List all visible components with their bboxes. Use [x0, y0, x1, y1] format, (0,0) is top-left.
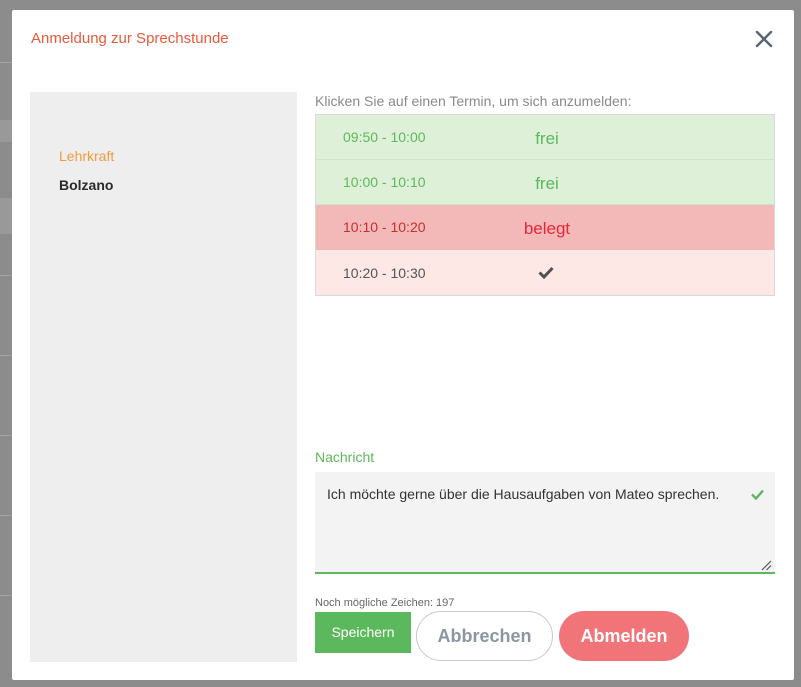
- slot-status: belegt: [523, 219, 571, 238]
- message-textarea[interactable]: Ich möchte gerne über die Hausaufgaben v…: [315, 472, 775, 574]
- teacher-panel: Lehrkraft Bolzano: [30, 92, 297, 662]
- dialog-header: Anmeldung zur Sprechstunde: [12, 10, 794, 68]
- checkmark-icon: [751, 487, 764, 501]
- signoff-button[interactable]: Abmelden: [559, 611, 689, 661]
- backdrop-line: [0, 120, 12, 142]
- message-label: Nachricht: [315, 449, 375, 465]
- slot-status: frei: [535, 174, 559, 193]
- backdrop-line: [0, 435, 12, 436]
- message-text: Ich möchte gerne über die Hausaufgaben v…: [327, 486, 720, 502]
- appointment-slot-selected[interactable]: 10:20 - 10:30: [316, 250, 774, 295]
- slot-time: 10:00 - 10:10: [343, 174, 426, 190]
- slot-time: 10:10 - 10:20: [343, 219, 426, 235]
- appointment-list: 09:50 - 10:00 frei 10:00 - 10:10 frei 10…: [315, 114, 775, 296]
- backdrop-line: [0, 355, 12, 356]
- appointment-slot[interactable]: 10:00 - 10:10 frei: [316, 160, 774, 205]
- backdrop-line: [0, 595, 12, 596]
- backdrop-line: [0, 62, 12, 63]
- backdrop-line: [0, 198, 12, 234]
- backdrop-line: [0, 275, 12, 276]
- resize-handle-icon[interactable]: [761, 558, 772, 571]
- teacher-name: Bolzano: [59, 177, 114, 193]
- slot-time: 10:20 - 10:30: [343, 265, 426, 281]
- remaining-characters: Noch mögliche Zeichen: 197: [315, 597, 455, 609]
- cancel-button[interactable]: Abbrechen: [416, 611, 553, 661]
- backdrop-line: [0, 515, 12, 516]
- save-button[interactable]: Speichern: [315, 612, 411, 653]
- teacher-label: Lehrkraft: [59, 148, 115, 164]
- slot-time: 09:50 - 10:00: [343, 129, 426, 145]
- slot-status: frei: [535, 129, 559, 148]
- appointment-dialog: Anmeldung zur Sprechstunde Lehrkraft Bol…: [12, 10, 794, 680]
- checkmark-icon: [538, 266, 554, 280]
- appointment-slot[interactable]: 09:50 - 10:00 frei: [316, 115, 774, 160]
- appointment-slot[interactable]: 10:10 - 10:20 belegt: [316, 205, 774, 250]
- dialog-title: Anmeldung zur Sprechstunde: [31, 30, 229, 47]
- close-icon[interactable]: [753, 28, 775, 50]
- appointment-instruction: Klicken Sie auf einen Termin, um sich an…: [315, 93, 632, 109]
